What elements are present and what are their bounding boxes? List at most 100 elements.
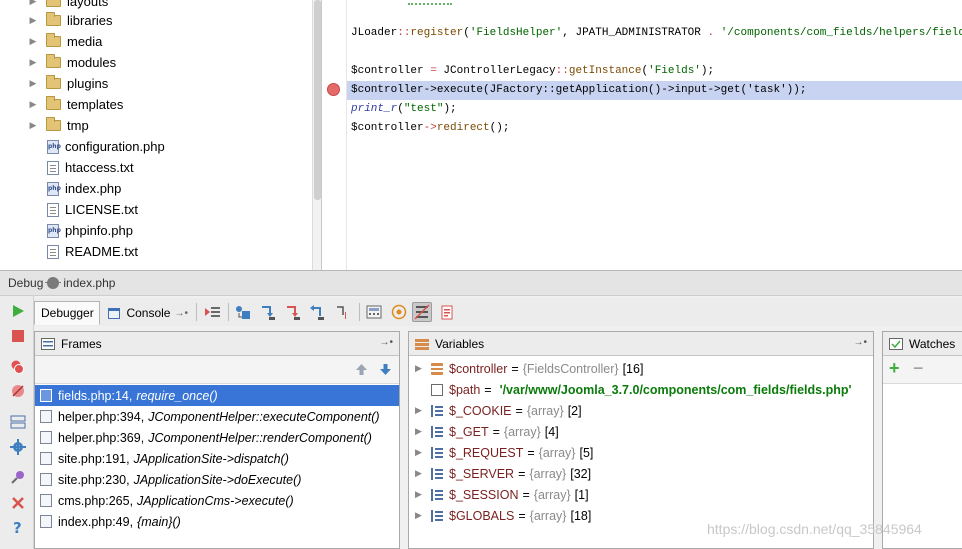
- frame-row[interactable]: cms.php:265, JApplicationCms->execute(): [35, 490, 399, 511]
- code-token: $controller: [351, 122, 424, 134]
- code-line[interactable]: $controller = JControllerLegacy::getInst…: [351, 62, 714, 81]
- watch-button[interactable]: [389, 302, 409, 322]
- chevron-right-icon[interactable]: ▶: [27, 0, 39, 7]
- step-over-button[interactable]: [233, 302, 253, 322]
- frame-location: cms.php:265,: [58, 493, 134, 508]
- variable-value: [5]: [579, 445, 594, 460]
- chevron-right-icon[interactable]: ▶: [27, 120, 39, 131]
- step-into-button[interactable]: [258, 302, 278, 322]
- array-icon: [431, 425, 443, 438]
- tab-console[interactable]: Console →•: [102, 301, 194, 325]
- tree-scrollbar[interactable]: [312, 0, 321, 270]
- frame-function: {main}(): [137, 514, 181, 529]
- calculator-icon: [366, 305, 382, 319]
- expand-arrow-icon[interactable]: ▶: [415, 447, 425, 458]
- debug-tool-window-header[interactable]: Debug index.php: [0, 270, 962, 296]
- code-line[interactable]: print_r("test");: [351, 100, 457, 119]
- variable-row[interactable]: ▶ $_SESSION = {array} [1]: [409, 484, 873, 505]
- expand-arrow-icon[interactable]: ▶: [415, 426, 425, 437]
- tree-file-configuration[interactable]: php configuration.php: [0, 136, 165, 157]
- mute-breakpoints-button[interactable]: [9, 382, 27, 400]
- frame-row[interactable]: helper.php:369, JComponentHelper::render…: [35, 427, 399, 448]
- variable-name: $_SERVER: [449, 466, 515, 481]
- tree-file-license[interactable]: LICENSE.txt: [0, 199, 138, 220]
- variable-type: {array}: [503, 424, 541, 439]
- tree-label: plugins: [67, 76, 109, 91]
- pin-button[interactable]: [9, 468, 27, 486]
- evaluate-expression-button[interactable]: [364, 302, 384, 322]
- remove-watch-button[interactable]: −: [913, 358, 924, 379]
- pin-tab-icon[interactable]: →•: [174, 308, 188, 319]
- variable-value: '/var/www/Joomla_3.7.0/components/com_fi…: [499, 382, 852, 397]
- tree-label: layouts: [67, 0, 109, 9]
- tree-folder-modules[interactable]: ▶ modules: [0, 52, 116, 73]
- tree-folder-plugins[interactable]: ▶ plugins: [0, 73, 108, 94]
- tree-folder-templates[interactable]: ▶ templates: [0, 94, 123, 115]
- restore-layout-button[interactable]: [437, 302, 457, 322]
- scrollbar-thumb[interactable]: [314, 0, 321, 200]
- chevron-right-icon[interactable]: ▶: [27, 78, 39, 89]
- add-watch-button[interactable]: +: [889, 358, 900, 379]
- tree-folder-media[interactable]: ▶ media: [0, 31, 102, 52]
- stop-button[interactable]: [9, 327, 27, 345]
- tab-debugger[interactable]: Debugger: [34, 301, 100, 325]
- code-token: "test": [403, 103, 444, 115]
- editor-gutter[interactable]: [322, 0, 346, 270]
- current-execution-line[interactable]: $controller->execute(JFactory::getApplic…: [347, 81, 962, 100]
- breakpoint-icon[interactable]: [327, 83, 340, 96]
- view-breakpoints-toggle[interactable]: [412, 302, 432, 322]
- expand-arrow-icon[interactable]: ▶: [415, 510, 425, 521]
- step-out-button[interactable]: [308, 302, 328, 322]
- force-step-into-button[interactable]: [283, 302, 303, 322]
- tree-file-readme[interactable]: README.txt: [0, 241, 138, 262]
- chevron-right-icon[interactable]: ▶: [27, 99, 39, 110]
- variable-row[interactable]: ▶ $_REQUEST = {array} [5]: [409, 442, 873, 463]
- variable-row[interactable]: $path = '/var/www/Joomla_3.7.0/component…: [409, 379, 873, 400]
- variable-value: [4]: [544, 424, 559, 439]
- variable-row[interactable]: ▶ $controller = {FieldsController} [16]: [409, 358, 873, 379]
- variable-row[interactable]: ▶ $_COOKIE = {array} [2]: [409, 400, 873, 421]
- layout-button[interactable]: [9, 413, 27, 431]
- settings-button[interactable]: [9, 438, 27, 456]
- frame-row[interactable]: site.php:230, JApplicationSite->doExecut…: [35, 469, 399, 490]
- project-tree: ▶ layouts ▶ libraries ▶ media ▶ modules …: [0, 0, 322, 270]
- expand-arrow-icon[interactable]: ▶: [415, 468, 425, 479]
- chevron-right-icon[interactable]: ▶: [27, 15, 39, 26]
- variable-name: $controller: [449, 361, 508, 376]
- tree-file-index[interactable]: php index.php: [0, 178, 121, 199]
- chevron-right-icon[interactable]: ▶: [27, 57, 39, 68]
- view-breakpoints-button[interactable]: [9, 358, 27, 376]
- show-execution-point-button[interactable]: [203, 302, 223, 322]
- variable-value: [2]: [567, 403, 582, 418]
- expand-arrow-icon[interactable]: ▶: [415, 489, 425, 500]
- tree-folder-libraries[interactable]: ▶ libraries: [0, 10, 113, 31]
- run-to-cursor-button[interactable]: I: [333, 302, 353, 322]
- tree-label: index.php: [65, 181, 122, 196]
- frame-location: index.php:49,: [58, 514, 134, 529]
- code-line[interactable]: $controller->redirect();: [351, 119, 509, 138]
- tree-file-phpinfo[interactable]: php phpinfo.php: [0, 220, 133, 241]
- arrow-down-icon[interactable]: [379, 363, 392, 376]
- frame-row-selected[interactable]: fields.php:14, require_once(): [35, 385, 399, 406]
- pin-panel-icon[interactable]: →•: [379, 337, 393, 348]
- frame-row[interactable]: site.php:191, JApplicationSite->dispatch…: [35, 448, 399, 469]
- frame-row[interactable]: index.php:49, {main}(): [35, 511, 399, 532]
- debug-tab-bar: Debugger Console →•: [34, 298, 962, 326]
- expand-arrow-icon[interactable]: ▶: [415, 405, 425, 416]
- arrow-up-icon[interactable]: [355, 363, 368, 376]
- tree-folder-tmp[interactable]: ▶ tmp: [0, 115, 89, 136]
- variable-row[interactable]: ▶ $_SERVER = {array} [32]: [409, 463, 873, 484]
- resume-button[interactable]: [9, 302, 27, 320]
- variable-row[interactable]: ▶ $_GET = {array} [4]: [409, 421, 873, 442]
- execution-point-icon: [205, 307, 220, 317]
- tree-file-htaccess[interactable]: htaccess.txt: [0, 157, 134, 178]
- expand-arrow-icon[interactable]: ▶: [415, 363, 425, 374]
- console-icon: [108, 307, 121, 319]
- pin-panel-icon[interactable]: →•: [853, 337, 867, 348]
- chevron-right-icon[interactable]: ▶: [27, 36, 39, 47]
- code-editor[interactable]: JLoader::register('FieldsHelper', JPATH_…: [322, 0, 962, 270]
- close-button[interactable]: [9, 494, 27, 512]
- code-line[interactable]: JLoader::register('FieldsHelper', JPATH_…: [351, 24, 962, 43]
- frame-row[interactable]: helper.php:394, JComponentHelper::execut…: [35, 406, 399, 427]
- help-button[interactable]: ?: [9, 518, 27, 536]
